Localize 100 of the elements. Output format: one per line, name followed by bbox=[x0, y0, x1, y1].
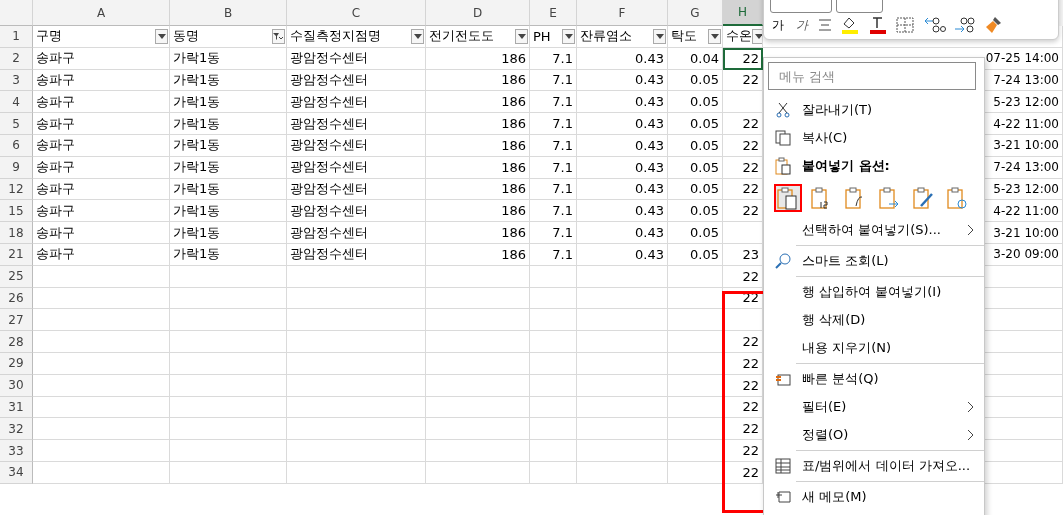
row-number[interactable]: 5 bbox=[0, 113, 33, 135]
decrease-decimal-icon[interactable] bbox=[924, 16, 946, 34]
filter-dropdown-button[interactable] bbox=[411, 28, 424, 44]
menu-item[interactable]: 내용 지우기(N) bbox=[764, 334, 984, 362]
table-cell bbox=[530, 265, 577, 288]
table-cell: 0.43 bbox=[577, 135, 668, 157]
filter-dropdown-button[interactable] bbox=[155, 28, 168, 44]
table-cell bbox=[530, 331, 577, 353]
row-number[interactable]: 4 bbox=[0, 91, 33, 114]
table-cell bbox=[530, 309, 577, 332]
row-number[interactable]: 2 bbox=[0, 47, 33, 70]
column-header[interactable]: A bbox=[33, 0, 170, 26]
column-header[interactable]: H bbox=[723, 0, 763, 26]
column-header[interactable]: B bbox=[170, 0, 287, 26]
row-number[interactable]: 6 bbox=[0, 135, 33, 157]
row-number[interactable]: 3 bbox=[0, 69, 33, 92]
dropdown-arrow-icon bbox=[655, 33, 664, 39]
row-number[interactable]: 33 bbox=[0, 440, 33, 462]
table-cell: 송파구 bbox=[33, 178, 170, 201]
fill-color-icon[interactable] bbox=[840, 16, 860, 34]
clipboard-icon bbox=[947, 186, 969, 210]
font-color-icon[interactable] bbox=[868, 16, 888, 34]
chevron-right-icon bbox=[967, 224, 974, 236]
menu-item[interactable]: 필터(E) bbox=[764, 393, 984, 421]
search-input[interactable]: 메뉴 검색 bbox=[769, 68, 975, 84]
column-header[interactable]: E bbox=[530, 0, 577, 26]
font-size-field[interactable] bbox=[836, 0, 883, 13]
filter-dropdown-button[interactable] bbox=[562, 28, 575, 44]
row-number[interactable]: 21 bbox=[0, 243, 33, 266]
table-cell: 7.1 bbox=[530, 178, 577, 201]
table-cell: 가락1동 bbox=[170, 113, 287, 135]
row-number[interactable]: 34 bbox=[0, 461, 33, 484]
menu-item[interactable]: 표/범위에서 데이터 가져오... bbox=[764, 452, 984, 480]
menu-item[interactable]: 빠른 분석(Q) bbox=[764, 365, 984, 393]
font-name-field[interactable] bbox=[770, 0, 832, 13]
table-cell: 0.43 bbox=[577, 47, 668, 70]
copy-icon bbox=[775, 130, 791, 146]
borders-icon[interactable] bbox=[896, 17, 916, 33]
filter-dropdown-button[interactable] bbox=[708, 28, 721, 44]
column-header[interactable]: D bbox=[426, 0, 530, 26]
bold-button[interactable]: 가 bbox=[770, 16, 786, 34]
table-cell: 0.05 bbox=[668, 156, 723, 179]
table-cell bbox=[668, 287, 723, 310]
row-number[interactable]: 9 bbox=[0, 156, 33, 179]
row-number[interactable]: 28 bbox=[0, 331, 33, 353]
row-number[interactable]: 18 bbox=[0, 222, 33, 244]
row-number[interactable]: 15 bbox=[0, 200, 33, 223]
table-cell bbox=[530, 396, 577, 419]
table-cell: 송파구 bbox=[33, 91, 170, 114]
menu-item[interactable]: 행 삭제(D) bbox=[764, 306, 984, 334]
filter-dropdown-button[interactable] bbox=[653, 28, 666, 44]
paste-option-button[interactable] bbox=[774, 184, 802, 212]
clipboard-icon bbox=[777, 186, 799, 210]
table-cell: 송파구 bbox=[33, 69, 170, 92]
chevron-right-icon bbox=[967, 429, 974, 441]
menu-item[interactable]: 행 삽입하여 붙여넣기(I) bbox=[764, 278, 984, 306]
row-number[interactable]: 1 bbox=[0, 26, 33, 48]
quick-analysis-icon bbox=[775, 371, 791, 387]
row-number[interactable]: 29 bbox=[0, 352, 33, 375]
chevron-right-icon bbox=[967, 401, 974, 413]
filter-dropdown-button[interactable] bbox=[515, 28, 528, 44]
header-label: 잔류염소 bbox=[580, 27, 632, 46]
align-center-icon[interactable] bbox=[818, 19, 832, 31]
table-cell bbox=[530, 461, 577, 484]
row-number[interactable]: 31 bbox=[0, 396, 33, 419]
row-number[interactable]: 12 bbox=[0, 178, 33, 201]
header-label: 전기전도도 bbox=[429, 27, 494, 46]
table-cell: 0.05 bbox=[668, 200, 723, 223]
table-cell: 송파구 bbox=[33, 200, 170, 223]
table-cell: 0.05 bbox=[668, 178, 723, 201]
column-header[interactable]: F bbox=[577, 0, 668, 26]
filter-dropdown-button[interactable] bbox=[272, 28, 285, 44]
table-cell: 7.1 bbox=[530, 135, 577, 157]
menu-item[interactable]: 새 메모(M) bbox=[764, 483, 984, 511]
table-cell: 7.1 bbox=[530, 222, 577, 244]
table-cell: 7.1 bbox=[530, 47, 577, 70]
header-label: 구명 bbox=[36, 27, 62, 46]
table-cell: 가락1동 bbox=[170, 91, 287, 114]
clipboard-icon bbox=[913, 186, 935, 210]
row-number[interactable]: 26 bbox=[0, 287, 33, 310]
row-number[interactable]: 27 bbox=[0, 309, 33, 332]
table-cell: 7.1 bbox=[530, 243, 577, 266]
header-label: 동명 bbox=[173, 27, 199, 46]
table-cell bbox=[530, 374, 577, 397]
table-cell: 7.1 bbox=[530, 113, 577, 135]
row-number[interactable]: 25 bbox=[0, 265, 33, 288]
table-cell: 광암정수센터 bbox=[287, 113, 426, 135]
column-header[interactable]: C bbox=[287, 0, 426, 26]
table-cell: 186 bbox=[426, 178, 530, 201]
row-number[interactable]: 32 bbox=[0, 418, 33, 441]
menu-item[interactable]: 정렬(O) bbox=[764, 421, 984, 449]
menu-search-field[interactable]: 메뉴 검색 bbox=[768, 62, 976, 90]
paintbrush-icon[interactable] bbox=[984, 16, 1002, 34]
italic-button[interactable]: 가 bbox=[794, 16, 810, 34]
table-cell: 0.05 bbox=[668, 113, 723, 135]
row-number[interactable]: 30 bbox=[0, 374, 33, 397]
table-cell: 가락1동 bbox=[170, 135, 287, 157]
table-cell: 7.1 bbox=[530, 200, 577, 223]
increase-decimal-icon[interactable] bbox=[954, 16, 976, 34]
table-cell: 0.05 bbox=[668, 69, 723, 92]
